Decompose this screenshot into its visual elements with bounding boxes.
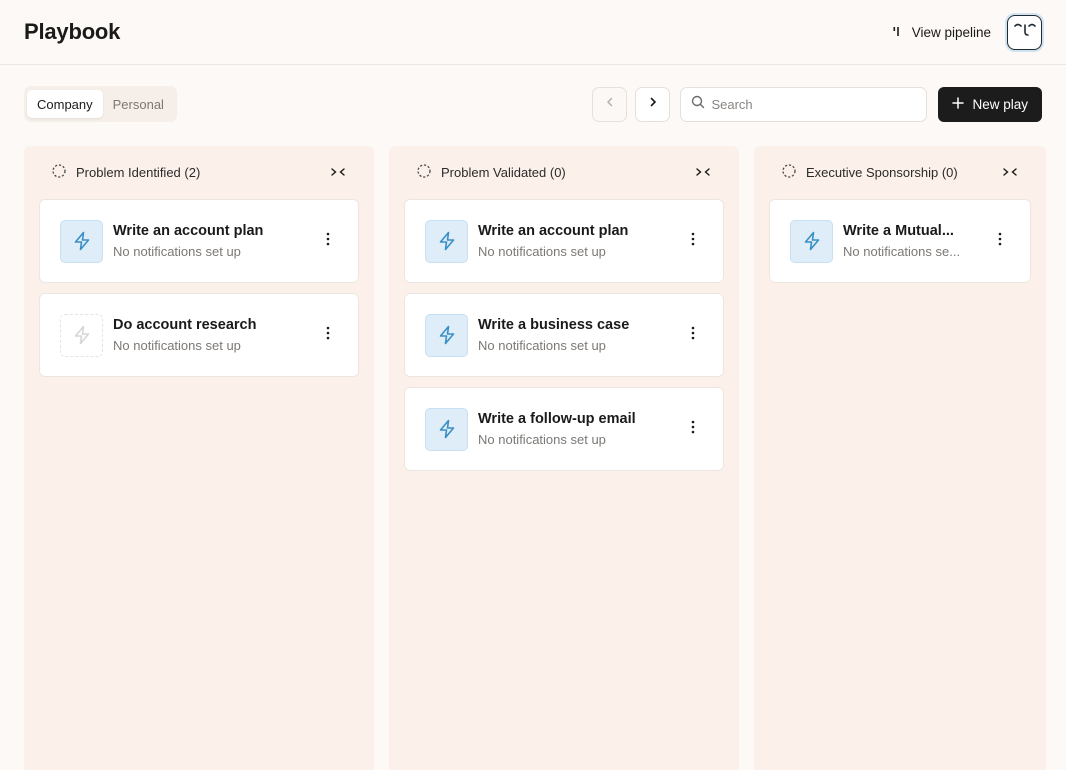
card-text: Write a follow-up email No notifications… [478, 411, 675, 447]
lightning-icon [425, 313, 468, 357]
app: Playbook View pipeline Company Personal … [0, 0, 1066, 770]
toolbar-actions: New play [592, 86, 1042, 122]
column-title: Problem Identified (2) [76, 165, 201, 180]
dashed-circle-icon [417, 164, 431, 181]
search-icon [691, 95, 705, 114]
column-title: Problem Validated (0) [441, 165, 566, 180]
lightning-icon [425, 219, 468, 263]
card-subtitle: No notifications set up [478, 338, 606, 353]
header: Playbook View pipeline [0, 0, 1066, 65]
pipeline-icon [893, 25, 904, 40]
more-options-button[interactable] [683, 419, 703, 439]
card-text: Write an account plan No notifications s… [113, 223, 310, 259]
card-subtitle: No notifications set up [478, 432, 606, 447]
card-subtitle: No notifications set up [113, 338, 241, 353]
card-list: Write an account plan No notifications s… [404, 199, 724, 471]
smile-face-icon [1013, 20, 1037, 45]
previous-button[interactable] [592, 86, 628, 122]
column-executive-sponsorship: Executive Sponsorship (0) Write a Mutual… [754, 146, 1046, 770]
chevron-left-icon [604, 95, 616, 113]
chevron-right-icon [647, 95, 659, 113]
view-pipeline-button[interactable]: View pipeline [891, 19, 993, 46]
view-pipeline-label: View pipeline [911, 24, 991, 40]
search-input[interactable] [711, 96, 917, 112]
play-card[interactable]: Write an account plan No notifications s… [39, 199, 359, 283]
card-title: Write a Mutual... [843, 223, 954, 239]
play-card[interactable]: Write a business case No notifications s… [404, 293, 724, 377]
more-options-button[interactable] [683, 325, 703, 345]
card-text: Do account research No notifications set… [113, 317, 310, 353]
vertical-dots-icon [998, 232, 1002, 251]
card-text: Write a Mutual... No notifications se... [843, 223, 982, 259]
column-header: Executive Sponsorship (0) [769, 146, 1031, 199]
plus-icon [952, 96, 965, 112]
lightning-icon [425, 407, 468, 451]
next-button[interactable] [635, 86, 671, 122]
vertical-dots-icon [691, 326, 695, 345]
card-text: Write an account plan No notifications s… [478, 223, 675, 259]
collapse-column-button[interactable] [696, 164, 710, 182]
more-options-button[interactable] [318, 325, 338, 345]
more-options-button[interactable] [683, 231, 703, 251]
lightning-icon [790, 219, 833, 263]
page-title: Playbook [24, 19, 121, 44]
more-options-button[interactable] [318, 231, 338, 251]
new-play-label: New play [972, 96, 1028, 112]
collapse-icon [1003, 164, 1017, 182]
card-title: Write a follow-up email [478, 411, 636, 427]
collapse-column-button[interactable] [331, 164, 345, 182]
scope-tabs: Company Personal [24, 86, 177, 122]
dashed-circle-icon [782, 164, 796, 181]
card-list: Write an account plan No notifications s… [39, 199, 359, 377]
kanban-board: Problem Identified (2) Write an account … [24, 146, 1046, 770]
column-problem-validated: Problem Validated (0) Write an account p… [389, 146, 739, 770]
collapse-column-button[interactable] [1003, 164, 1017, 182]
column-title-group: Problem Identified (2) [52, 164, 200, 181]
search-box[interactable] [680, 86, 928, 122]
vertical-dots-icon [326, 326, 330, 345]
column-header: Problem Identified (2) [39, 146, 359, 199]
column-header: Problem Validated (0) [404, 146, 724, 199]
header-actions: View pipeline [891, 14, 1042, 50]
new-play-button[interactable]: New play [938, 86, 1042, 122]
play-card[interactable]: Write an account plan No notifications s… [404, 199, 724, 283]
tab-company[interactable]: Company [27, 90, 103, 118]
column-problem-identified: Problem Identified (2) Write an account … [24, 146, 374, 770]
lightning-icon [60, 219, 103, 263]
card-text: Write a business case No notifications s… [478, 317, 675, 353]
collapse-icon [331, 164, 345, 182]
column-title-group: Executive Sponsorship (0) [782, 164, 958, 181]
card-list: Write a Mutual... No notifications se... [769, 199, 1031, 283]
tab-personal[interactable]: Personal [103, 90, 174, 118]
card-title: Write an account plan [113, 223, 264, 239]
play-card[interactable]: Write a follow-up email No notifications… [404, 387, 724, 471]
card-subtitle: No notifications set up [478, 244, 606, 259]
card-title: Do account research [113, 317, 257, 333]
collapse-icon [696, 164, 710, 182]
card-subtitle: No notifications se... [843, 244, 961, 259]
vertical-dots-icon [691, 420, 695, 439]
card-title: Write a business case [478, 317, 630, 333]
play-card[interactable]: Write a Mutual... No notifications se... [769, 199, 1031, 283]
card-title: Write an account plan [478, 223, 629, 239]
card-subtitle: No notifications set up [113, 244, 241, 259]
toolbar: Company Personal Search New play [0, 86, 1066, 122]
vertical-dots-icon [691, 232, 695, 251]
dashed-circle-icon [52, 164, 66, 181]
more-options-button[interactable] [990, 231, 1010, 251]
column-title: Executive Sponsorship (0) [806, 165, 958, 180]
play-card[interactable]: Do account research No notifications set… [39, 293, 359, 377]
avatar[interactable] [1007, 14, 1042, 50]
column-title-group: Problem Validated (0) [417, 164, 566, 181]
lightning-icon [60, 313, 103, 357]
vertical-dots-icon [326, 232, 330, 251]
